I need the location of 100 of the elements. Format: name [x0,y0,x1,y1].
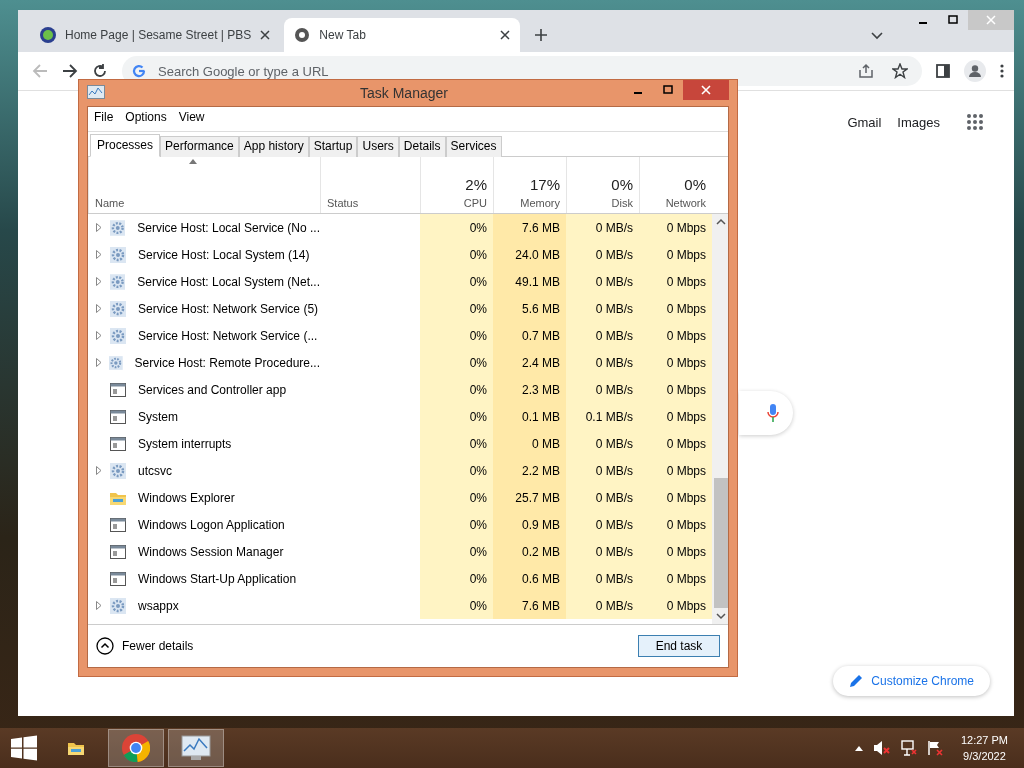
table-cell: 0 Mbps [639,457,712,484]
column-header[interactable]: Name [95,197,125,209]
window-title: Task Manager [359,85,449,101]
browser-tab[interactable]: Home Page | Sesame Street | PBS [30,18,281,52]
side-panel-icon[interactable] [936,64,950,78]
table-cell: 2.4 MB [493,349,566,376]
tab[interactable]: Users [357,136,399,157]
process-name[interactable]: Service Host: Local System (14) [88,241,320,268]
expand-icon[interactable] [96,277,102,286]
scroll-up-icon[interactable] [716,218,726,226]
table-cell: 0.7 MB [493,322,566,349]
close-icon[interactable] [500,30,511,40]
address-field[interactable]: Search Google or type a URL [156,62,848,80]
column-header[interactable]: Network [665,197,706,209]
table-cell: 0% [420,214,493,241]
customize-chrome-button[interactable]: Customize Chrome [833,666,990,696]
expand-icon[interactable] [96,304,102,313]
menu-icon[interactable] [1000,64,1004,78]
table-cell: 49.1 MB [493,268,566,295]
table-cell: 0% [420,295,493,322]
table-cell: 0 MB/s [566,322,639,349]
table-cell: 0 Mbps [639,511,712,538]
expand-icon[interactable] [96,250,102,259]
table-cell: 0 Mbps [639,565,712,592]
browser-tab[interactable]: New Tab [284,18,521,52]
process-name[interactable]: Services and Controller app [88,376,320,403]
process-name[interactable]: utcsvc [88,457,320,484]
speaker-muted-icon[interactable] [872,740,891,756]
pencil-icon [849,674,864,688]
table-cell: 0.6 MB [493,565,566,592]
table-cell: 0 Mbps [639,430,712,457]
process-name[interactable]: Windows Session Manager [88,538,320,565]
header-link[interactable]: Images [897,114,940,130]
column-header[interactable]: Disk [611,197,633,209]
process-name[interactable]: Service Host: Local System (Net... [88,268,320,295]
scroll-thumb[interactable] [714,478,728,608]
chrome-icon [122,734,150,762]
table-cell: 7.6 MB [493,592,566,619]
star-icon[interactable] [892,63,908,79]
tab[interactable]: Details [398,136,446,157]
column-header[interactable]: Status [327,197,359,209]
process-name[interactable]: Windows Start-Up Application [88,565,320,592]
chevron-up-icon[interactable] [854,745,863,751]
close-icon[interactable] [260,30,271,40]
expand-icon[interactable] [96,223,102,232]
process-name[interactable]: System interrupts [88,430,320,457]
forward-icon[interactable] [62,63,78,79]
table-cell: 0% [420,538,493,565]
expand-icon[interactable] [96,331,102,340]
tab[interactable]: Startup [308,136,358,157]
table-cell: 0 MB/s [566,592,639,619]
end-task-button[interactable]: End task [638,635,720,657]
table-cell: 0% [420,376,493,403]
process-name[interactable]: Service Host: Local Service (No ... [88,214,320,241]
process-name[interactable]: Windows Logon Application [88,511,320,538]
table-cell: 0% [420,511,493,538]
scroll-down-icon[interactable] [716,612,726,620]
tab[interactable]: Performance [160,136,239,157]
share-icon[interactable] [858,63,874,79]
tab[interactable]: Services [445,136,502,157]
process-name[interactable]: Windows Explorer [88,484,320,511]
scrollbar[interactable] [712,214,728,624]
table-cell: 0% [420,403,493,430]
tab[interactable]: App history [238,136,309,157]
menu-item[interactable]: File [94,110,114,128]
table-cell: 0 MB/s [566,538,639,565]
network-icon[interactable] [900,740,917,756]
table-cell: 0% [420,268,493,295]
process-name[interactable]: Service Host: Network Service (5) [88,295,320,322]
process-name[interactable]: Service Host: Network Service (... [88,322,320,349]
taskbar-app[interactable] [108,729,164,767]
microphone-icon[interactable] [767,404,779,422]
gear-icon [109,219,126,236]
clock[interactable]: 12:27 PM 9/3/2022 [960,732,1008,764]
table-cell: 2.2 MB [493,457,566,484]
expand-icon[interactable] [96,466,102,475]
process-name[interactable]: System [88,403,320,430]
tab[interactable]: Processes [90,134,161,157]
header-link[interactable]: Gmail [847,114,882,130]
new-tab-icon[interactable] [534,28,549,42]
menu-item[interactable]: View [178,110,205,128]
profile-icon[interactable] [964,60,986,82]
apps-grid-icon[interactable] [966,113,984,131]
column-header[interactable]: CPU [463,197,487,209]
expand-icon[interactable] [96,601,102,610]
table-cell: 0% [420,484,493,511]
expand-icon[interactable] [96,358,102,367]
column-header[interactable]: Memory [520,197,560,209]
table-cell: 0 MB/s [566,295,639,322]
process-name[interactable]: Service Host: Remote Procedure... [88,349,320,376]
taskbar-app[interactable] [168,729,224,767]
table-cell: 0.2 MB [493,538,566,565]
menu-item[interactable]: Options [125,110,167,128]
fewer-details-link[interactable]: Fewer details [96,637,194,655]
close-button[interactable] [683,80,729,100]
window-icon [110,544,126,559]
search-box[interactable] [739,391,793,435]
process-name[interactable]: wsappx [88,592,320,619]
flag-icon[interactable] [926,740,943,756]
reload-icon[interactable] [92,63,108,79]
